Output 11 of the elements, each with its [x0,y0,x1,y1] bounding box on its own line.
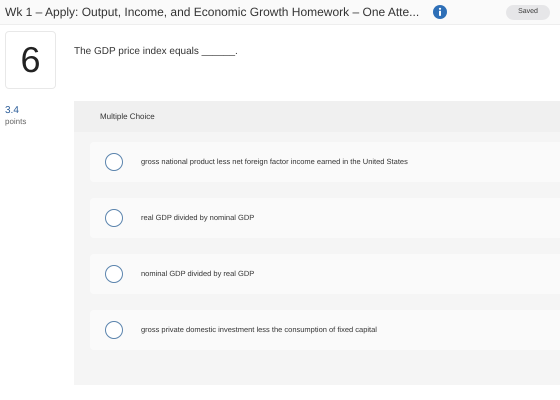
question-number: 6 [5,31,56,89]
question-text: The GDP price index equals ______. [74,45,239,59]
panel-title: Multiple Choice [74,101,560,132]
radio-button[interactable] [105,321,123,339]
radio-button[interactable] [105,209,123,227]
info-icon[interactable] [433,5,448,19]
points-label: points [5,117,28,127]
radio-button[interactable] [105,153,123,171]
points-value: 3.4 [5,105,20,117]
assignment-title: Wk 1 – Apply: Output, Income, and Economic Growth Homework – One Atte... [5,4,420,21]
radio-button[interactable] [105,265,123,283]
